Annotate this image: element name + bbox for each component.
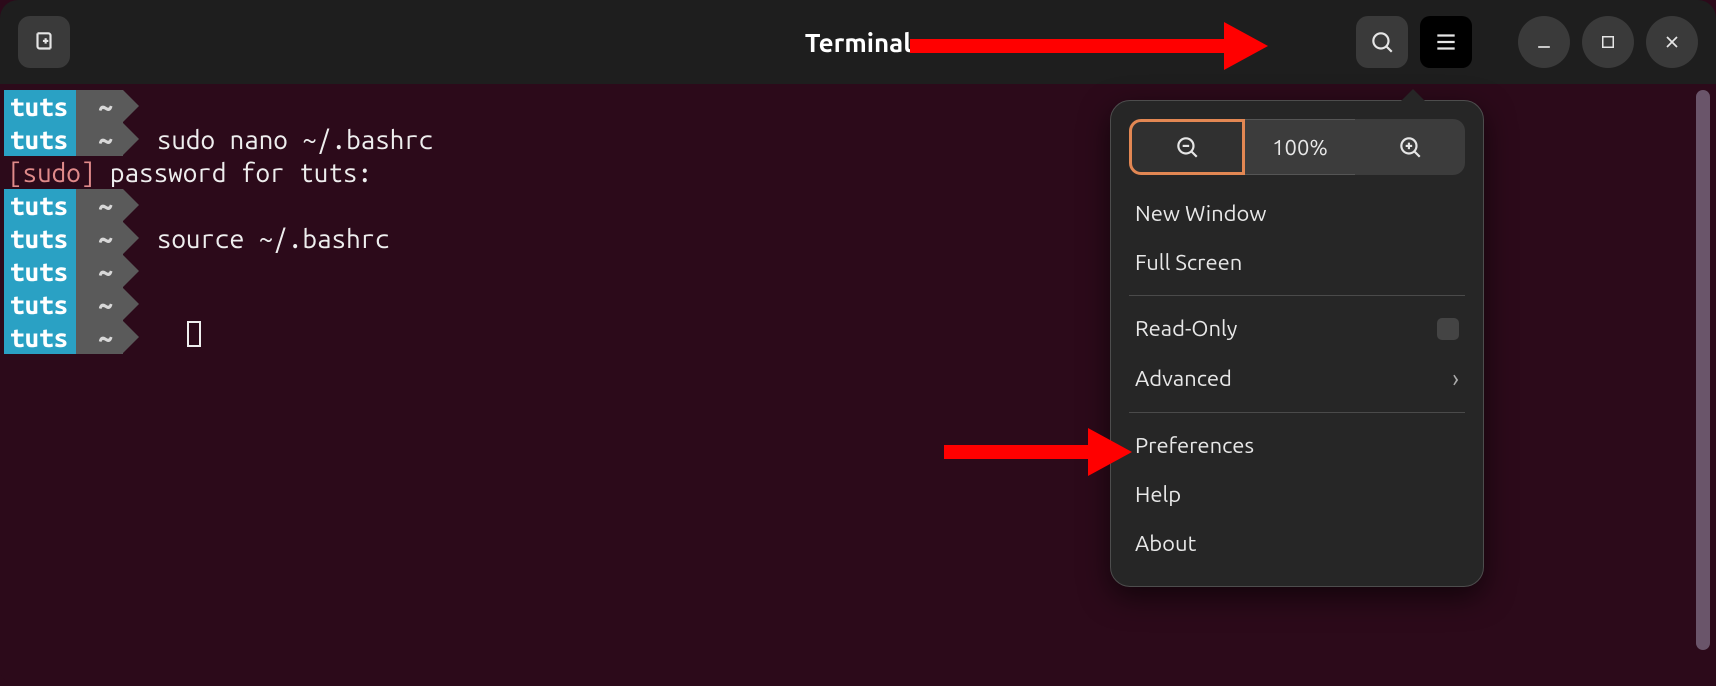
prompt-path-segment: ~: [76, 321, 123, 354]
menu-label: New Window: [1135, 201, 1266, 226]
window-title: Terminal: [805, 28, 911, 57]
prompt-path-segment: ~: [76, 255, 123, 288]
prompt-user-segment: tuts: [4, 321, 76, 354]
prompt-user-segment: tuts: [4, 288, 76, 321]
zoom-out-icon: [1174, 134, 1200, 160]
prompt-command: source ~/.bashrc: [123, 222, 390, 255]
menu-label: About: [1135, 531, 1196, 556]
prompt-command: sudo nano ~/.bashrc: [123, 123, 434, 156]
minimize-button[interactable]: [1518, 16, 1570, 68]
menu-label: Advanced: [1135, 366, 1232, 391]
hamburger-icon: [1433, 29, 1459, 55]
menu-preferences[interactable]: Preferences: [1129, 421, 1465, 470]
new-tab-icon: [31, 29, 57, 55]
prompt-path-segment: ~: [76, 123, 123, 156]
menu-full-screen[interactable]: Full Screen: [1129, 238, 1465, 287]
zoom-level-button[interactable]: 100%: [1245, 119, 1355, 175]
prompt-path-segment: ~: [76, 222, 123, 255]
prompt-user-segment: tuts: [4, 189, 76, 222]
zoom-in-icon: [1397, 134, 1423, 160]
menu-label: Full Screen: [1135, 250, 1242, 275]
minimize-icon: [1534, 32, 1554, 52]
read-only-checkbox[interactable]: [1437, 318, 1459, 340]
menu-about[interactable]: About: [1129, 519, 1465, 568]
menu-advanced[interactable]: Advanced ›: [1129, 353, 1465, 404]
close-button[interactable]: [1646, 16, 1698, 68]
close-icon: [1662, 32, 1682, 52]
prompt-user-segment: tuts: [4, 255, 76, 288]
hamburger-menu-button[interactable]: [1420, 16, 1472, 68]
prompt-user-segment: tuts: [4, 90, 76, 123]
prompt-path-segment: ~: [76, 189, 123, 222]
headerbar-right: [1356, 16, 1698, 68]
prompt-path-segment: ~: [76, 288, 123, 321]
sudo-bracket: [sudo]: [8, 158, 95, 187]
menu-read-only[interactable]: Read-Only: [1129, 304, 1465, 353]
menu-new-window[interactable]: New Window: [1129, 189, 1465, 238]
search-button[interactable]: [1356, 16, 1408, 68]
menu-separator: [1129, 295, 1465, 296]
maximize-button[interactable]: [1582, 16, 1634, 68]
scrollbar[interactable]: [1696, 90, 1710, 650]
headerbar-left: [18, 16, 70, 68]
new-tab-button[interactable]: [18, 16, 70, 68]
search-icon: [1369, 29, 1395, 55]
hamburger-popover: 100% New Window Full Screen Read-Only Ad…: [1110, 100, 1484, 587]
menu-label: Preferences: [1135, 433, 1254, 458]
menu-label: Help: [1135, 482, 1181, 507]
zoom-level-label: 100%: [1272, 135, 1328, 160]
menu-help[interactable]: Help: [1129, 470, 1465, 519]
cursor: [187, 321, 201, 347]
chevron-right-icon: ›: [1452, 365, 1459, 392]
zoom-in-button[interactable]: [1355, 119, 1465, 175]
menu-separator: [1129, 412, 1465, 413]
zoom-out-button[interactable]: [1129, 119, 1245, 175]
prompt-user-segment: tuts: [4, 123, 76, 156]
maximize-icon: [1599, 33, 1617, 51]
headerbar: Terminal: [0, 0, 1716, 84]
prompt-path-segment: ~: [76, 90, 123, 123]
menu-label: Read-Only: [1135, 316, 1237, 341]
zoom-control-row: 100%: [1129, 119, 1465, 175]
prompt-user-segment: tuts: [4, 222, 76, 255]
